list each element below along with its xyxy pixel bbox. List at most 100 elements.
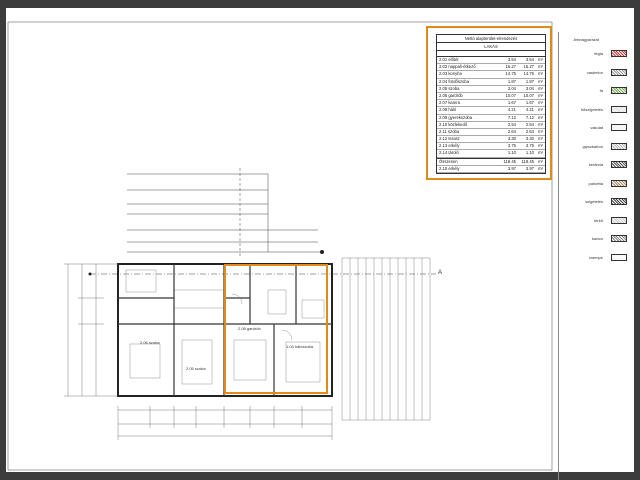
table-row: 2.06 gardrób 10.07 10.07 m² [437, 92, 545, 101]
table-row: 2.01 előtér 3.54 3.54 m² [437, 57, 545, 65]
legend-item: vakolat [559, 122, 635, 134]
table-rows: 2.01 előtér 3.54 3.54 m² 2.02 nappali-étkező… [437, 57, 545, 158]
table-row: 2.09 gyerekszoba 7.12 7.12 m² [437, 115, 545, 122]
legend-item-label: gipszkarton [582, 143, 603, 149]
table-cell: m² [538, 114, 543, 120]
legend-title: Jelmagyarázat [573, 37, 600, 42]
area-table: Nettó alapterület-elrendezés LAKÁS 2.01 … [436, 34, 546, 174]
table-cell: m² [538, 92, 543, 98]
table-cell: 2.02 nappali-étkező [439, 64, 476, 70]
table-cell: 10.07 [505, 92, 516, 98]
table-extra-row: 2.15 erkély 3.97 3.97 m² [437, 166, 545, 173]
legend-item-label: szigetelés [585, 199, 603, 204]
room-label-3: 2.08 gardrób [238, 326, 261, 331]
table-cell: 4.21 [525, 107, 534, 113]
sum-unit: m² [538, 158, 543, 164]
table-cell: m² [538, 150, 543, 156]
table-cell: 3.75 [525, 143, 534, 149]
table-cell: 4.21 [507, 107, 516, 113]
table-row: 2.03 konyha 14.75 14.75 m² [437, 71, 545, 79]
legend-item-label: kavics [591, 236, 603, 241]
table-cell: 2.01 előtér [439, 57, 459, 62]
table-row: 2.05 szoba 3.04 3.04 m² [437, 86, 545, 93]
table-cell: 3.30 [507, 136, 516, 142]
table-cell: m² [538, 107, 543, 113]
table-cell: 1.10 [525, 150, 534, 156]
room-label-2: 2.05 szoba [186, 366, 206, 371]
legend-item: tégla [559, 48, 635, 60]
extra-unit: m² [538, 165, 543, 171]
legend-item-label: vakolat [590, 125, 603, 130]
legend-swatch [611, 68, 627, 76]
table-cell: 14.75 [505, 71, 516, 77]
table-cell: 1.87 [507, 78, 516, 84]
table-cell: 2.11 szoba [439, 128, 460, 134]
table-cell: 7.12 [525, 114, 534, 120]
legend-swatch [611, 198, 627, 205]
section-mark: A [438, 270, 443, 276]
table-cell: 1.67 [507, 100, 516, 106]
table-cell: m² [538, 136, 543, 142]
table-row: 2.12 terasz 3.30 3.30 m² [437, 136, 545, 144]
table-cell: 1.10 [507, 150, 516, 156]
table-cell: 15.27 [523, 64, 534, 70]
table-row: 2.07 kamra 1.67 1.67 m² [437, 100, 545, 108]
table-cell: 2.13 erkély [439, 143, 460, 149]
table-cell: 2.64 [507, 128, 516, 134]
table-cell: 2.14 tároló [439, 150, 459, 156]
legend-item-label: tégla [594, 51, 603, 56]
table-cell: 2.54 [525, 121, 534, 127]
table-cell: 1.87 [525, 78, 534, 84]
table-cell: 1.67 [525, 100, 534, 106]
table-cell: 3.04 [525, 85, 534, 91]
table-row: 2.11 szoba 2.64 2.64 m² [437, 128, 545, 137]
table-cell: 3.30 [525, 136, 534, 142]
legend-swatch [611, 124, 627, 131]
table-row: 2.08 háló 4.21 4.21 m² [437, 107, 545, 115]
legend-panel: Jelmagyarázat tégla vasbeton fa hőszigetelé… [558, 32, 635, 480]
table-cell: m² [538, 57, 543, 62]
table-cell: m² [538, 85, 543, 91]
table-cell: 15.27 [505, 64, 516, 70]
table-cell: m² [538, 128, 543, 134]
table-cell: 2.09 gyerekszoba [439, 114, 473, 120]
table-cell: 2.54 [507, 121, 516, 127]
table-cell: 10.07 [523, 92, 534, 98]
table-cell: 2.08 háló [439, 107, 457, 113]
table-cell: m² [538, 78, 543, 84]
table-cell: 2.05 szoba [439, 85, 460, 91]
table-subtitle: LAKÁS [437, 43, 545, 51]
legend-swatch [611, 105, 627, 113]
extra-name: 2.15 erkély [439, 165, 460, 171]
legend-swatch [611, 253, 627, 261]
legend-item: vasbeton [559, 67, 635, 79]
table-row: 2.02 nappali-étkező 15.27 15.27 m² [437, 64, 545, 72]
legend-item: fa [559, 85, 635, 97]
legend-item: gipszkarton [559, 141, 635, 153]
legend-item-label: hőszigetelés [580, 106, 603, 112]
table-row: 2.14 tároló 1.10 1.10 m² [437, 150, 545, 158]
table-cell: m² [538, 121, 543, 127]
legend-swatch [611, 235, 627, 242]
legend-swatch [611, 216, 627, 224]
table-cell: 3.54 [525, 57, 534, 62]
extra-a: 3.97 [507, 165, 516, 171]
drawing-sheet: 2.06 szoba 2.05 szoba 2.08 gardrób 1.04 … [6, 8, 634, 480]
table-cell: 2.04 fürdőszoba [439, 78, 470, 84]
table-cell: 3.04 [507, 85, 516, 91]
table-cell: 2.10 közlekedő [439, 121, 468, 127]
legend-item: csempe [559, 252, 635, 264]
legend-item-label: csempe [588, 254, 603, 260]
extra-b: 3.97 [525, 165, 534, 171]
legend-item: kavics [559, 233, 635, 245]
legend-item: szigetelés [559, 196, 635, 208]
table-cell: 7.12 [507, 114, 516, 120]
table-sum-row: Összesen 118.45 118.45 m² [437, 157, 545, 166]
legend-item: parketta [559, 178, 635, 190]
legend-swatch [611, 161, 627, 168]
table-cell: 2.06 gardrób [439, 92, 463, 98]
legend-item-label: vasbeton [586, 69, 603, 75]
legend-swatch [611, 179, 627, 187]
legend-swatch [611, 142, 627, 150]
table-cell: 14.75 [523, 71, 534, 77]
